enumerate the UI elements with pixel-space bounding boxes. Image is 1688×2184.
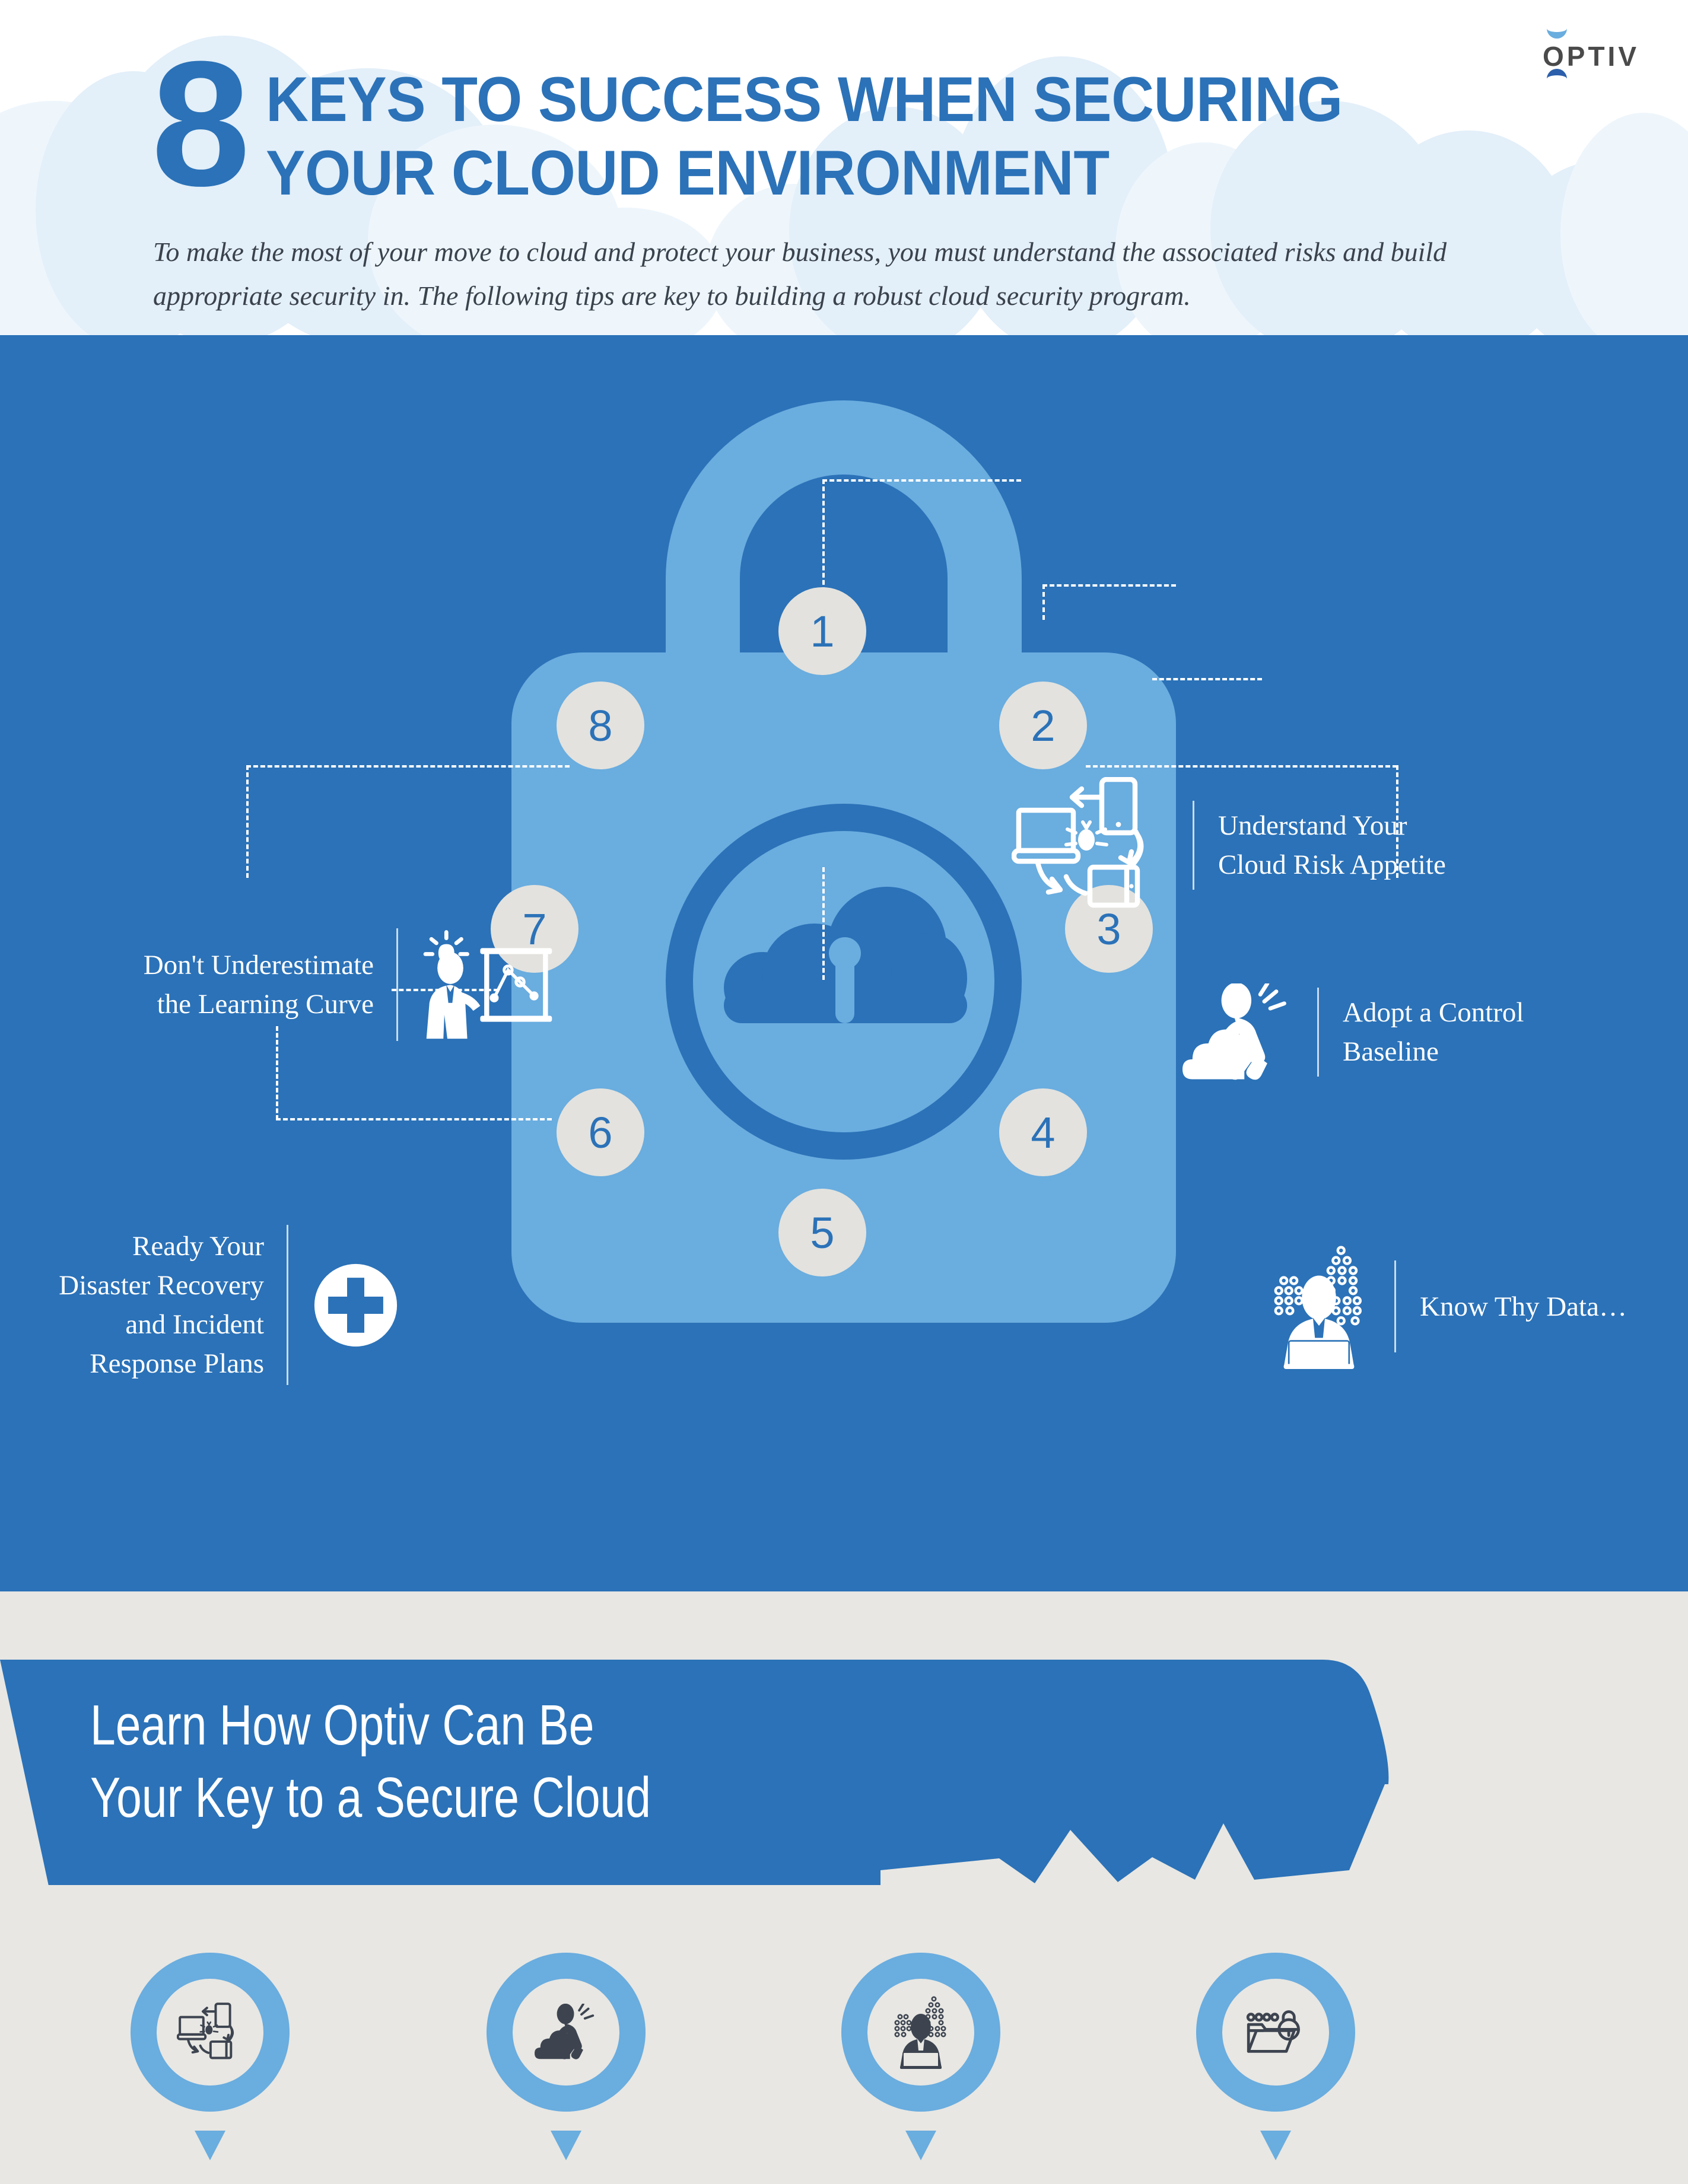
keys-diagram-panel: 1 2 3 4 5 6 7 8 Understand Your Cloud Ri… — [0, 335, 1688, 1591]
person-laptop-data-icon — [894, 1996, 946, 2069]
key-item-8-label: Don't Underestimate the Learning Curve — [143, 950, 374, 1020]
key-item-8[interactable]: Don't Underestimate the Learning Curve — [113, 928, 557, 1041]
lock-number-2[interactable]: 2 — [999, 682, 1087, 769]
title-line-2: YOUR CLOUD ENVIRONMENT — [266, 137, 1110, 208]
presenter-lightbulb-chart-icon — [421, 928, 557, 1041]
key-item-7[interactable]: Ready Your Disaster Recovery and Inciden… — [56, 1225, 400, 1385]
key-item-1-label: Understand Your Cloud Risk Appetite — [1218, 810, 1446, 880]
cta-badge-1[interactable] — [131, 1953, 290, 2160]
logo-wordmark: OPTIV — [1543, 41, 1640, 72]
badge-inner — [1222, 1979, 1329, 2086]
badge-pointer — [551, 2131, 581, 2160]
cta-badge-4[interactable] — [1196, 1953, 1355, 2160]
person-laptop-data-icon — [1267, 1243, 1371, 1370]
cta-badge-3[interactable] — [841, 1953, 1000, 2160]
headline-number: 8 — [151, 24, 250, 223]
folder-padlock-icon — [1246, 2010, 1300, 2053]
person-pushing-cloud-icon — [1181, 982, 1293, 1083]
cta-title: Learn How Optiv Can Be Your Key to a Sec… — [90, 1693, 651, 1829]
item-divider — [1193, 801, 1194, 890]
badge-inner — [513, 1979, 619, 2086]
cta-badge-2[interactable] — [487, 1953, 646, 2160]
keyhole-stem — [835, 958, 854, 1023]
lock-number-1[interactable]: 1 — [778, 587, 866, 675]
key-item-2-label: Adopt a Control Baseline — [1343, 997, 1524, 1067]
badge-pointer — [195, 2131, 225, 2160]
item-divider — [287, 1225, 288, 1385]
key-item-2[interactable]: Adopt a Control Baseline — [1181, 982, 1524, 1083]
page-title: KEYS TO SUCCESS WHEN SECURING YOUR CLOUD… — [266, 62, 1452, 209]
medical-cross-icon — [311, 1260, 400, 1349]
lock-number-8[interactable]: 8 — [557, 682, 644, 769]
logo-arc-top-icon — [1547, 28, 1567, 39]
person-pushing-cloud-icon — [535, 2004, 595, 2059]
badge-inner — [867, 1979, 974, 2086]
devices-sync-bug-icon — [1009, 774, 1169, 916]
badge-pointer — [1260, 2131, 1291, 2160]
key-item-3[interactable]: Know Thy Data… — [1267, 1243, 1627, 1370]
key-item-7-label: Ready Your Disaster Recovery and Inciden… — [59, 1231, 264, 1379]
lock-number-6[interactable]: 6 — [557, 1088, 644, 1176]
item-divider — [1317, 988, 1319, 1077]
badge-pointer — [905, 2131, 936, 2160]
subtitle-text: To make the most of your move to cloud a… — [153, 237, 1447, 311]
key-item-3-label: Know Thy Data… — [1420, 1291, 1627, 1322]
key-item-1[interactable]: Understand Your Cloud Risk Appetite — [1009, 774, 1446, 916]
lock-number-4[interactable]: 4 — [999, 1088, 1087, 1176]
optiv-logo[interactable]: OPTIV — [1543, 25, 1652, 81]
devices-sync-bug-icon — [177, 2002, 234, 2059]
item-divider — [396, 928, 398, 1041]
title-line-1: KEYS TO SUCCESS WHEN SECURING — [266, 63, 1343, 135]
item-divider — [1394, 1260, 1396, 1352]
lock-number-5[interactable]: 5 — [778, 1189, 866, 1276]
badge-inner — [157, 1979, 263, 2086]
page-header: 8 KEYS TO SUCCESS WHEN SECURING YOUR CLO… — [0, 0, 1688, 335]
